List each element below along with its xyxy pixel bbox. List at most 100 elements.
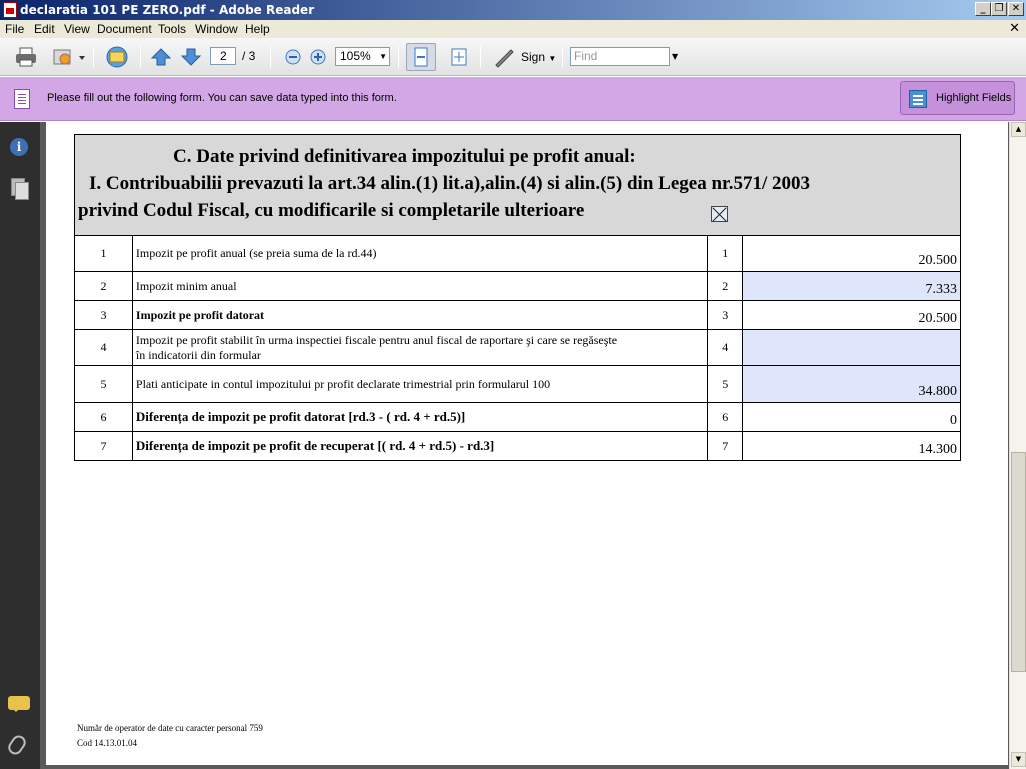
toolbar-separator: [140, 46, 141, 68]
toolbar-separator: [480, 46, 481, 68]
form-message: Please fill out the following form. You …: [47, 92, 397, 104]
row-description: Impozit pe profit anual (se preia suma d…: [131, 235, 709, 272]
table-row: 4 Impozit pe profit stabilit în urma ins…: [74, 329, 961, 366]
page-number-input[interactable]: 2: [210, 47, 236, 65]
section-subtitle-continued: privind Codul Fiscal, cu modificarile si…: [78, 200, 585, 221]
row-number: 2: [74, 271, 133, 301]
menu-window[interactable]: Window: [195, 22, 238, 36]
toolbar-separator: [398, 46, 399, 68]
profit-tax-form-table: C. Date privind definitivarea impozitulu…: [74, 134, 961, 461]
menu-document[interactable]: Document: [97, 22, 152, 36]
row-number: 5: [74, 365, 133, 403]
form-code-text: Cod 14.13.01.04: [77, 738, 138, 748]
navigation-pane: i: [0, 122, 40, 769]
print-button[interactable]: [12, 44, 40, 70]
row-value-field[interactable]: [742, 329, 961, 366]
window-title: declaratia 101 PE ZERO.pdf - Adobe Reade…: [20, 3, 315, 17]
section-subtitle: I. Contribuabilii prevazuti la art.34 al…: [89, 173, 810, 194]
next-page-button[interactable]: [178, 44, 204, 70]
review-button[interactable]: [49, 44, 87, 70]
menu-tools[interactable]: Tools: [158, 22, 186, 36]
close-button[interactable]: ✕: [1008, 2, 1024, 16]
menu-help[interactable]: Help: [245, 22, 270, 36]
row-code: 1: [707, 235, 744, 272]
row-description: Impozit minim anual: [131, 271, 709, 301]
toolbar-separator: [270, 46, 271, 68]
row-code: 7: [707, 431, 744, 461]
menu-file[interactable]: File: [5, 22, 24, 36]
row-description: Plati anticipate in contul impozitului p…: [131, 365, 709, 403]
form-header: C. Date privind definitivarea impozitulu…: [74, 134, 961, 236]
table-row: 6 Diferența de impozit pe profit datorat…: [74, 402, 961, 432]
row-number: 6: [74, 402, 133, 432]
fit-width-button[interactable]: [406, 43, 436, 71]
review-icon: [53, 49, 85, 65]
zoom-in-button[interactable]: [307, 44, 329, 70]
row-number: 4: [74, 329, 133, 366]
share-button[interactable]: [102, 44, 132, 70]
row-value-field[interactable]: 20.500: [742, 235, 961, 272]
pdf-app-icon: [3, 2, 17, 18]
form-header-row: C. Date privind definitivarea impozitulu…: [74, 134, 961, 236]
document-close-icon[interactable]: ✕: [1009, 21, 1020, 36]
row-description: Diferența de impozit pe profit datorat […: [131, 402, 709, 432]
toolbar-separator: [93, 46, 94, 68]
row-description: Impozit pe profit stabilit în urma inspe…: [131, 329, 709, 366]
sign-pen-button[interactable]: [490, 44, 518, 70]
minimize-button[interactable]: _: [975, 2, 991, 16]
page-total: / 3: [242, 49, 256, 63]
info-icon[interactable]: i: [10, 138, 28, 156]
table-row: 5 Plati anticipate in contul impozitului…: [74, 365, 961, 403]
zoom-out-icon: [285, 49, 301, 65]
page-thumbnails-icon[interactable]: [11, 178, 29, 200]
vertical-scrollbar[interactable]: ▲ ▼: [1009, 122, 1026, 769]
row-code: 5: [707, 365, 744, 403]
operator-number-text: Număr de operator de date cu caracter pe…: [77, 723, 263, 733]
toolbar-separator: [562, 46, 563, 68]
zoom-select[interactable]: 105% ▼: [335, 47, 390, 66]
menu-edit[interactable]: Edit: [34, 22, 55, 36]
scrollbar-thumb[interactable]: [1011, 452, 1026, 672]
chevron-down-icon: ▼: [379, 52, 387, 61]
adobe-reader-window: declaratia 101 PE ZERO.pdf - Adobe Reade…: [0, 0, 1026, 769]
row-description-line2: în indicatorii din formular: [135, 347, 261, 362]
row-value-field[interactable]: 34.800: [742, 365, 961, 403]
find-options-chevron-icon[interactable]: ▼: [672, 52, 678, 61]
table-row: 2 Impozit minim anual 2 7.333: [74, 271, 961, 301]
previous-page-button[interactable]: [148, 44, 174, 70]
section-title: C. Date privind definitivarea impozitulu…: [173, 146, 636, 167]
zoom-in-icon: [310, 49, 326, 65]
printer-icon: [16, 47, 36, 67]
row-number: 7: [74, 431, 133, 461]
row-description: Impozit pe profit datorat: [131, 300, 709, 330]
row-value-field[interactable]: 0: [742, 402, 961, 432]
scroll-up-arrow-icon[interactable]: ▲: [1011, 122, 1026, 137]
table-row: 7 Diferența de impozit pe profit de recu…: [74, 431, 961, 461]
maximize-button[interactable]: ❐: [991, 2, 1007, 16]
sign-label: Sign: [521, 50, 546, 64]
fit-page-icon: [451, 48, 467, 66]
highlight-fields-button[interactable]: Highlight Fields: [900, 81, 1015, 115]
zoom-out-button[interactable]: [282, 44, 304, 70]
section-checkbox[interactable]: [711, 206, 728, 222]
toolbar: [0, 38, 1026, 76]
sign-menu[interactable]: Sign ▼: [521, 50, 556, 64]
row-code: 2: [707, 271, 744, 301]
row-code: 6: [707, 402, 744, 432]
zoom-value: 105%: [340, 49, 371, 63]
fit-page-button[interactable]: [446, 44, 472, 70]
fit-width-icon: [414, 47, 428, 67]
pen-icon: [495, 49, 514, 68]
row-value-field[interactable]: 7.333: [742, 271, 961, 301]
row-code: 4: [707, 329, 744, 366]
row-value-field[interactable]: 20.500: [742, 300, 961, 330]
menu-bar: File Edit View Document Tools Window Hel…: [0, 20, 1026, 38]
comments-icon[interactable]: [8, 696, 30, 712]
row-value-field[interactable]: 14.300: [742, 431, 961, 461]
find-input[interactable]: Find: [570, 47, 670, 66]
scroll-down-arrow-icon[interactable]: ▼: [1011, 752, 1026, 767]
attachment-icon[interactable]: [5, 732, 29, 758]
menu-view[interactable]: View: [64, 22, 90, 36]
highlight-fields-label: Highlight Fields: [936, 92, 1012, 104]
row-description-line1: Impozit pe profit stabilit în urma inspe…: [135, 332, 618, 347]
